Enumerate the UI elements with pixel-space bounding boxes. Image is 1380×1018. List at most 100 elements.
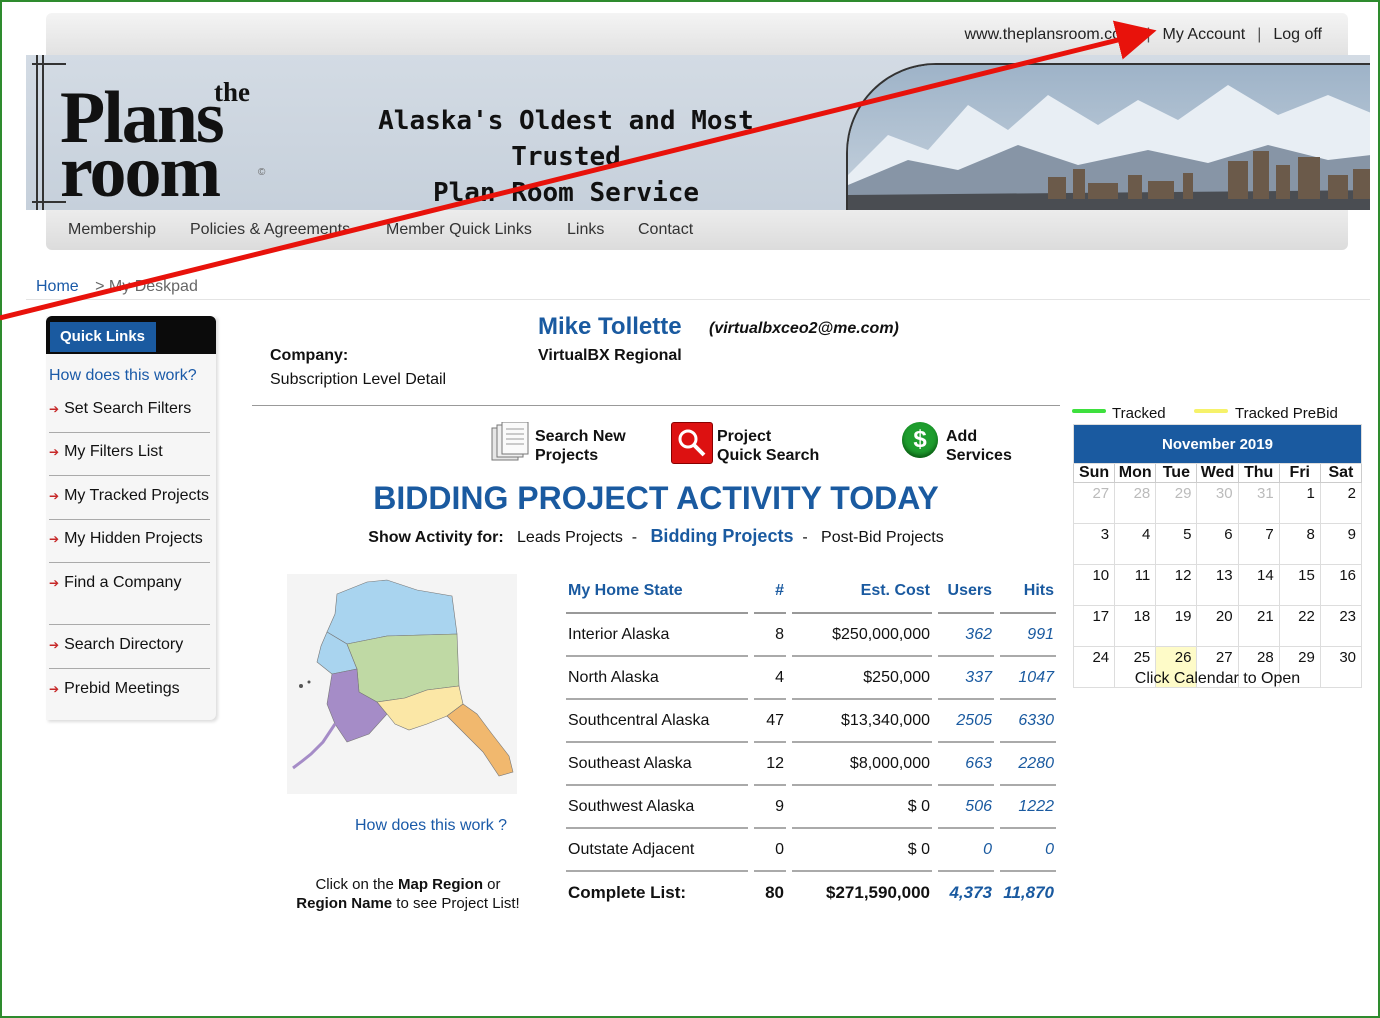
calendar-day[interactable]: 30 bbox=[1196, 482, 1239, 524]
prebid-legend-swatch bbox=[1194, 409, 1228, 413]
region-name-link[interactable]: Southwest Alaska bbox=[566, 786, 748, 829]
column-header[interactable]: My Home State bbox=[566, 570, 748, 614]
search-new-projects-link[interactable]: Search New Projects bbox=[535, 427, 626, 465]
calendar-day[interactable]: 22 bbox=[1278, 605, 1321, 647]
sidebar-item-set-search-filters[interactable]: ➔ Set Search Filters bbox=[49, 400, 210, 418]
site-link[interactable]: www.theplansroom.com bbox=[965, 26, 1135, 43]
est-cost: $250,000 bbox=[792, 657, 932, 700]
project-quick-search-link[interactable]: Project Quick Search bbox=[717, 427, 819, 465]
dollar-icon[interactable]: $ bbox=[902, 422, 938, 458]
main-nav: Membership Policies & Agreements Member … bbox=[46, 210, 1348, 250]
map-note-bold: Region Name bbox=[296, 895, 393, 912]
sidebar-item-prebid-meetings[interactable]: ➔ Prebid Meetings bbox=[49, 680, 210, 698]
calendar-day[interactable]: 23 bbox=[1319, 605, 1363, 647]
nav-contact[interactable]: Contact bbox=[638, 221, 693, 239]
table-row[interactable]: Southcentral Alaska 47 $13,340,000 2505 … bbox=[566, 700, 1056, 743]
nav-membership[interactable]: Membership bbox=[68, 221, 156, 239]
calendar-day[interactable]: 1 bbox=[1278, 482, 1321, 524]
logo-room[interactable]: room bbox=[60, 135, 221, 209]
sidebar-item-my-hidden-projects[interactable]: ➔ My Hidden Projects bbox=[49, 530, 210, 548]
action-label: Quick Search bbox=[717, 447, 820, 464]
calendar-day[interactable]: 21 bbox=[1237, 605, 1280, 647]
calendar-note: Click Calendar to Open bbox=[1134, 670, 1301, 687]
prebid-legend-label: Tracked PreBid bbox=[1235, 405, 1338, 422]
region-name-link[interactable]: Outstate Adjacent bbox=[566, 829, 748, 872]
calendar-day[interactable]: 12 bbox=[1155, 564, 1198, 606]
calendar-day[interactable]: 3 bbox=[1072, 523, 1116, 565]
my-account-link[interactable]: My Account bbox=[1163, 26, 1246, 43]
calendar-day[interactable]: 28 bbox=[1114, 482, 1157, 524]
calendar-day[interactable]: 29 bbox=[1155, 482, 1198, 524]
est-cost: $250,000,000 bbox=[792, 614, 932, 657]
calendar-week-row: 10 11 12 13 14 15 16 bbox=[1072, 564, 1363, 606]
est-cost: $13,340,000 bbox=[792, 700, 932, 743]
region-name-link[interactable]: Southeast Alaska bbox=[566, 743, 748, 786]
map-how-does-this-work-link[interactable]: How does this work ? bbox=[355, 817, 507, 835]
nav-member-quick-links[interactable]: Member Quick Links bbox=[386, 221, 532, 239]
calendar-day[interactable]: 2 bbox=[1319, 482, 1363, 524]
sidebar-item-my-tracked-projects[interactable]: ➔ My Tracked Projects bbox=[49, 487, 210, 505]
table-row[interactable]: Southwest Alaska 9 $ 0 506 1222 bbox=[566, 786, 1056, 829]
nav-links[interactable]: Links bbox=[567, 221, 604, 239]
table-row[interactable]: Southeast Alaska 12 $8,000,000 663 2280 bbox=[566, 743, 1056, 786]
project-count: 9 bbox=[754, 786, 786, 829]
hits-count: 6330 bbox=[1000, 700, 1056, 743]
action-label: Services bbox=[946, 447, 1012, 464]
nav-policies[interactable]: Policies & Agreements bbox=[190, 221, 350, 239]
table-total-row[interactable]: Complete List: 80 $271,590,000 4,373 11,… bbox=[566, 872, 1056, 913]
calendar-day[interactable]: 27 bbox=[1072, 482, 1116, 524]
calendar-day[interactable]: 31 bbox=[1237, 482, 1280, 524]
region-name-link[interactable]: Interior Alaska bbox=[566, 614, 748, 657]
complete-list-link[interactable]: Complete List: bbox=[566, 872, 748, 913]
subscription-level-link[interactable]: Subscription Level Detail bbox=[270, 371, 446, 389]
calendar-day[interactable]: 6 bbox=[1196, 523, 1239, 565]
filter-post-bid-projects[interactable]: Post-Bid Projects bbox=[821, 529, 944, 546]
table-row[interactable]: North Alaska 4 $250,000 337 1047 bbox=[566, 657, 1056, 700]
sidebar-item-search-directory[interactable]: ➔ Search Directory bbox=[49, 636, 210, 654]
calendar-day[interactable]: 5 bbox=[1155, 523, 1198, 565]
calendar-day[interactable]: 19 bbox=[1155, 605, 1198, 647]
calendar-day[interactable]: 11 bbox=[1114, 564, 1157, 606]
calendar-day[interactable]: 16 bbox=[1319, 564, 1363, 606]
column-header[interactable]: Hits bbox=[1000, 570, 1056, 614]
project-count: 47 bbox=[754, 700, 786, 743]
alaska-region-map[interactable] bbox=[287, 574, 517, 794]
calendar-day[interactable]: 14 bbox=[1237, 564, 1280, 606]
calendar-day[interactable]: 10 bbox=[1072, 564, 1116, 606]
region-name-link[interactable]: Southcentral Alaska bbox=[566, 700, 748, 743]
search-icon[interactable] bbox=[671, 422, 713, 464]
log-off-link[interactable]: Log off bbox=[1273, 26, 1322, 43]
users-count: 506 bbox=[938, 786, 994, 829]
weekday-label: Wed bbox=[1196, 463, 1239, 483]
table-row[interactable]: Interior Alaska 8 $250,000,000 362 991 bbox=[566, 614, 1056, 657]
quick-links-title: Quick Links bbox=[50, 322, 156, 352]
how-does-this-work-link[interactable]: How does this work? bbox=[49, 367, 197, 385]
calendar-day[interactable]: 7 bbox=[1237, 523, 1280, 565]
column-header[interactable]: Est. Cost bbox=[792, 570, 932, 614]
documents-icon[interactable] bbox=[490, 422, 530, 462]
sidebar-item-find-a-company[interactable]: ➔ Find a Company bbox=[49, 574, 210, 592]
breadcrumb: Home > My Deskpad bbox=[36, 278, 198, 296]
calendar[interactable]: November 2019 Sun Mon Tue Wed Thu Fri Sa… bbox=[1072, 424, 1363, 688]
filter-leads-projects[interactable]: Leads Projects bbox=[517, 529, 623, 546]
table-row[interactable]: Outstate Adjacent 0 $ 0 0 0 bbox=[566, 829, 1056, 872]
calendar-day[interactable]: 13 bbox=[1196, 564, 1239, 606]
column-header[interactable]: # bbox=[754, 570, 786, 614]
divider bbox=[49, 668, 210, 669]
calendar-day[interactable]: 18 bbox=[1114, 605, 1157, 647]
calendar-day[interactable]: 8 bbox=[1278, 523, 1321, 565]
filter-bidding-projects[interactable]: Bidding Projects bbox=[650, 526, 793, 546]
column-header[interactable]: Users bbox=[938, 570, 994, 614]
action-label: Projects bbox=[535, 447, 599, 464]
tagline-line1: Alaska's Oldest and Most Trusted bbox=[378, 106, 754, 172]
calendar-day[interactable]: 9 bbox=[1319, 523, 1363, 565]
add-services-link[interactable]: Add Services bbox=[946, 427, 1012, 465]
sidebar-item-my-filters-list[interactable]: ➔ My Filters List bbox=[49, 443, 210, 461]
calendar-day[interactable]: 20 bbox=[1196, 605, 1239, 647]
weekday-label: Sat bbox=[1319, 463, 1363, 483]
calendar-day[interactable]: 17 bbox=[1072, 605, 1116, 647]
region-name-link[interactable]: North Alaska bbox=[566, 657, 748, 700]
calendar-day[interactable]: 4 bbox=[1114, 523, 1157, 565]
calendar-day[interactable]: 15 bbox=[1278, 564, 1321, 606]
breadcrumb-home[interactable]: Home bbox=[36, 278, 79, 295]
